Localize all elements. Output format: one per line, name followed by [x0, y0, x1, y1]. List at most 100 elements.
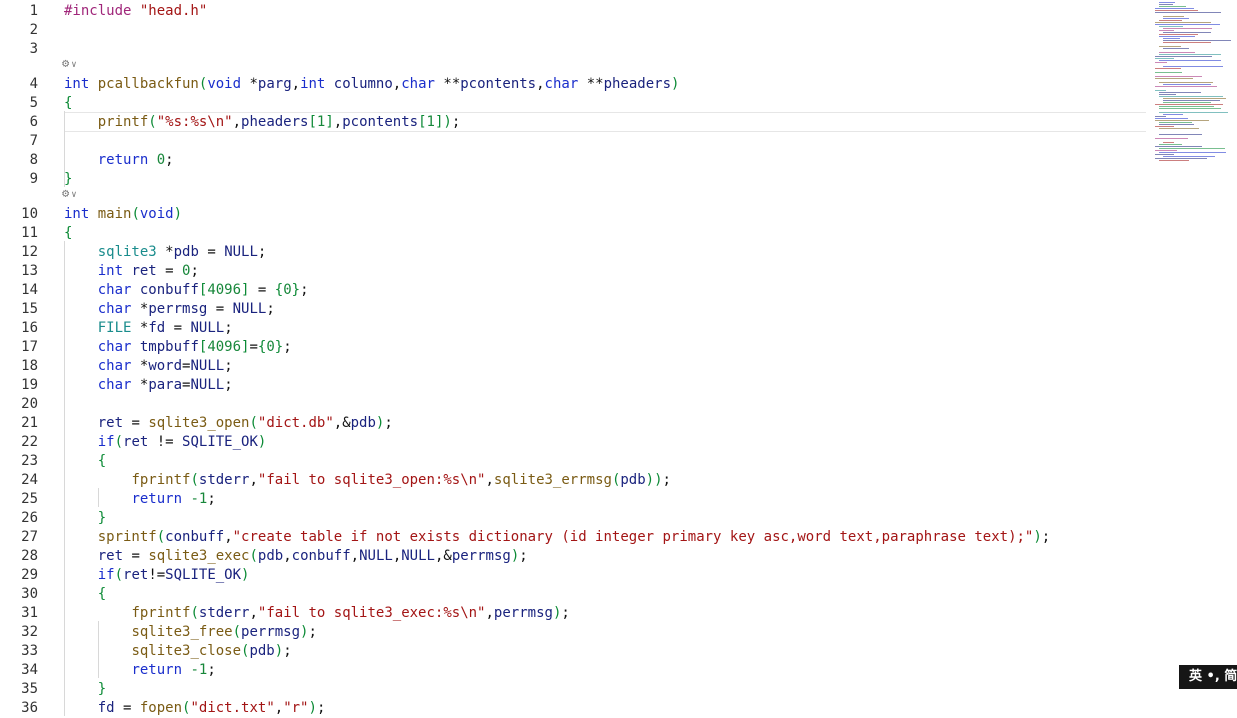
- minimap-line: [1155, 126, 1174, 127]
- code-token: conbuff: [139, 282, 199, 298]
- minimap-line: [1155, 146, 1202, 147]
- line-number: 19: [21, 377, 38, 393]
- code-line[interactable]: return 0;: [64, 151, 174, 170]
- code-editor[interactable]: 1 2 3 4 5 6 7 8 9 10 11 12 13 14 15 16 17 18 19 20 21 22 23 24 2…: [0, 0, 1150, 716]
- code-token: int: [300, 76, 334, 92]
- code-token: ): [274, 643, 284, 659]
- code-token: ;: [519, 548, 528, 564]
- code-token: =: [123, 415, 149, 431]
- line-number: 16: [21, 320, 38, 336]
- code-line[interactable]: return -1;: [64, 490, 215, 509]
- code-line[interactable]: int ret = 0;: [64, 262, 199, 281]
- code-line[interactable]: if(ret != SQLITE_OK): [64, 433, 267, 452]
- minimap-line: [1159, 82, 1213, 83]
- code-token: =: [207, 301, 233, 317]
- code-token: perrmsg: [241, 624, 301, 640]
- line-number: 1: [29, 3, 38, 19]
- code-token: ): [241, 567, 250, 583]
- code-token: ,: [333, 114, 343, 130]
- code-token: char: [97, 358, 140, 374]
- code-line[interactable]: sqlite3 *pdb = NULL;: [64, 243, 267, 262]
- code-token: {: [97, 453, 107, 469]
- code-line[interactable]: #include "head.h": [64, 2, 207, 21]
- code-token: (: [249, 415, 258, 431]
- code-token: ret: [131, 263, 157, 279]
- ime-indicator[interactable]: 英 •, 简: [1179, 665, 1237, 689]
- minimap-line: [1159, 36, 1195, 37]
- code-line[interactable]: }: [64, 509, 106, 528]
- code-token: !=: [148, 567, 166, 583]
- code-token: main: [97, 206, 132, 222]
- code-line[interactable]: {: [64, 452, 106, 471]
- line-number: 15: [21, 301, 38, 317]
- indent-guide: [64, 241, 65, 716]
- code-token: }: [274, 339, 284, 355]
- code-line[interactable]: return -1;: [64, 661, 216, 680]
- code-token: SQLITE_OK: [182, 434, 258, 450]
- code-line[interactable]: fd = fopen("dict.txt","r");: [64, 699, 326, 718]
- code-token: fd: [97, 700, 115, 716]
- code-token: sqlite3_open: [148, 415, 250, 431]
- fold-toggle-icon[interactable]: ⚙ ∨: [62, 186, 77, 202]
- code-token: ;: [561, 605, 570, 621]
- code-line[interactable]: {: [64, 224, 72, 243]
- code-token: [: [418, 114, 427, 130]
- code-line[interactable]: fprintf(stderr,"fail to sqlite3_exec:%s\…: [64, 604, 570, 623]
- code-token: ,: [249, 472, 258, 488]
- code-line[interactable]: int main(void): [64, 205, 182, 224]
- minimap-line: [1155, 58, 1174, 59]
- code-token: ;: [207, 662, 216, 678]
- line-number: 25: [21, 491, 38, 507]
- code-token: char: [97, 301, 140, 317]
- minimap[interactable]: [1152, 0, 1237, 170]
- code-token: char: [401, 76, 444, 92]
- code-line[interactable]: {: [64, 585, 106, 604]
- code-line[interactable]: }: [64, 680, 106, 699]
- minimap-line: [1159, 20, 1182, 21]
- code-line[interactable]: ret = sqlite3_exec(pdb,conbuff,NULL,NULL…: [64, 547, 528, 566]
- code-token: stderr: [198, 605, 250, 621]
- code-line[interactable]: sqlite3_free(perrmsg);: [64, 623, 316, 642]
- code-line[interactable]: char *word=NULL;: [64, 357, 233, 376]
- code-line[interactable]: fprintf(stderr,"fail to sqlite3_open:%s\…: [64, 471, 671, 490]
- code-line[interactable]: sprintf(conbuff,"create table if not exi…: [64, 528, 1051, 547]
- code-token: ): [257, 434, 267, 450]
- code-token: int: [97, 263, 132, 279]
- code-line[interactable]: int pcallbackfun(void *parg,int columno,…: [64, 75, 679, 94]
- code-token: conbuff: [165, 529, 225, 545]
- code-token: NULL: [359, 548, 393, 564]
- code-token: pdb: [350, 415, 376, 431]
- code-token: (: [232, 624, 242, 640]
- code-line[interactable]: char conbuff[4096] = {0};: [64, 281, 309, 300]
- code-token: ret: [97, 415, 124, 431]
- code-token: )): [645, 472, 663, 488]
- code-token: if: [97, 434, 115, 450]
- code-line[interactable]: if(ret!=SQLITE_OK): [64, 566, 250, 585]
- code-token: ;: [316, 700, 326, 716]
- minimap-line: [1163, 66, 1223, 67]
- code-line[interactable]: char *perrmsg = NULL;: [64, 300, 275, 319]
- code-line[interactable]: FILE *fd = NULL;: [64, 319, 233, 338]
- minimap-line: [1155, 8, 1194, 9]
- code-token: return: [131, 662, 191, 678]
- code-token: NULL: [232, 301, 267, 317]
- code-token: sqlite3_close: [131, 643, 242, 659]
- code-token: pheaders: [603, 76, 671, 92]
- code-line[interactable]: ret = sqlite3_open("dict.db",&pdb);: [64, 414, 393, 433]
- code-token: 0: [283, 282, 292, 298]
- code-line[interactable]: {: [64, 94, 72, 113]
- code-line[interactable]: printf("%s:%s\n",pheaders[1],pcontents[1…: [64, 113, 461, 132]
- code-token: ]: [325, 114, 334, 130]
- code-line[interactable]: char tmpbuff[4096]={0};: [64, 338, 292, 357]
- minimap-line: [1159, 54, 1221, 55]
- fold-toggle-icon[interactable]: ⚙ ∨: [62, 56, 77, 72]
- code-token: ret: [123, 567, 149, 583]
- code-token: FILE: [97, 320, 140, 336]
- code-line[interactable]: char *para=NULL;: [64, 376, 233, 395]
